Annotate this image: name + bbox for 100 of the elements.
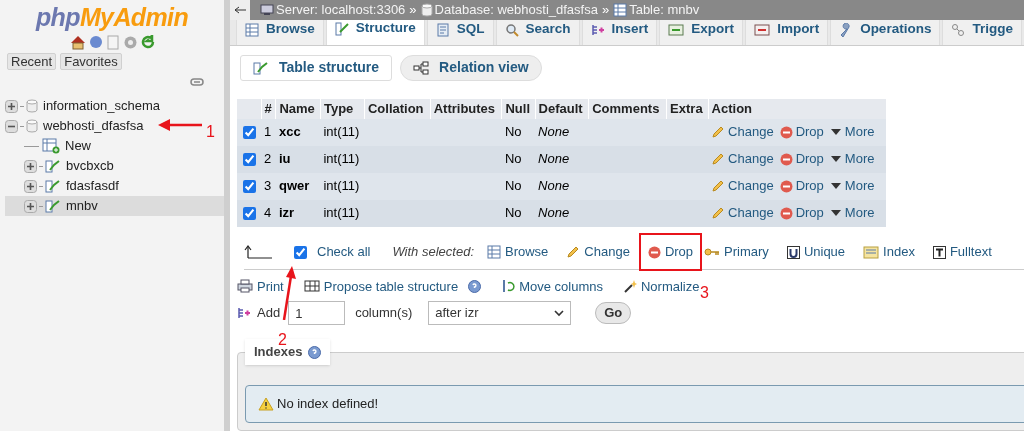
tree-item-label[interactable]: mnbv	[66, 196, 98, 216]
table-cell: 1	[261, 118, 276, 146]
drop-icon	[779, 152, 793, 166]
tab[interactable]: Browse	[236, 19, 324, 45]
row-action-link[interactable]: Drop	[779, 149, 824, 169]
check-all-checkbox[interactable]	[294, 245, 307, 259]
tool-link[interactable]: Normalize	[622, 276, 700, 297]
annotation-arrow	[282, 266, 296, 320]
tab[interactable]: Export	[659, 19, 744, 45]
bulk-action-link[interactable]: Primary	[702, 233, 778, 272]
tree-item-label[interactable]: information_schema	[43, 96, 161, 116]
row-checkbox[interactable]	[243, 153, 256, 167]
table-cell: No	[501, 145, 536, 173]
add-label: Add	[257, 304, 281, 323]
new-table-icon	[42, 138, 60, 154]
table-structure-icon	[45, 179, 61, 193]
table-cell: None	[535, 118, 589, 146]
column-header: Attributes	[430, 98, 502, 119]
with-selected-label: With selected:	[392, 243, 474, 262]
database-icon	[26, 99, 38, 113]
document-icon	[435, 22, 450, 37]
database-icon	[26, 119, 38, 133]
pencil-icon	[711, 206, 726, 221]
tree-item-label[interactable]: New	[65, 136, 91, 156]
tab[interactable]: Trigge	[942, 19, 1022, 45]
table-cell: int(11)	[320, 145, 365, 173]
bulk-action-link[interactable]: Fulltext	[923, 233, 1001, 272]
breadcrumb-separator: »	[409, 1, 417, 19]
tool-link[interactable]: Print	[237, 276, 284, 297]
table-cell: int(11)	[320, 199, 365, 227]
table-cell: 4	[261, 199, 276, 227]
bulk-action-link[interactable]: Browse	[478, 233, 558, 272]
table-cell: None	[535, 172, 589, 200]
table-icon	[487, 245, 501, 260]
tab[interactable]: Import	[745, 19, 829, 45]
table-cell: xcc	[275, 118, 321, 146]
row-action-link[interactable]: More	[829, 149, 875, 169]
column-header: Extra	[666, 98, 709, 119]
sidebar-tab-button[interactable]: Recent	[7, 53, 57, 70]
table-structure-icon	[253, 60, 269, 75]
bulk-action-link[interactable]: Unique	[777, 233, 855, 272]
row-action-link[interactable]: More	[829, 122, 875, 142]
check-all-label[interactable]: Check all	[317, 242, 371, 262]
table-cell: izr	[275, 199, 321, 227]
table-cell: qwer	[275, 172, 321, 200]
link-icon	[190, 78, 204, 86]
import-icon	[754, 22, 771, 37]
position-dropdown[interactable]: after izr	[428, 301, 572, 326]
pencil-icon	[711, 125, 726, 140]
table-cell: iu	[275, 145, 321, 173]
row-action-link[interactable]: More	[829, 203, 875, 223]
row-checkbox[interactable]	[243, 180, 256, 194]
index-icon	[863, 245, 880, 259]
logo: phpMyAdmin	[35, 2, 189, 32]
drop-icon	[779, 206, 793, 220]
tab[interactable]: Structure	[325, 19, 425, 45]
subtab[interactable]: Relation view	[400, 54, 542, 81]
table-cell: No	[501, 199, 536, 227]
drop-icon	[779, 179, 793, 193]
row-action-link[interactable]: Drop	[779, 122, 824, 142]
search-icon	[504, 22, 519, 37]
sidebar-tab-button[interactable]: Favorites	[60, 53, 122, 70]
bulk-action-link[interactable]: Change	[557, 233, 639, 272]
column-count-field[interactable]: 1	[288, 301, 346, 326]
row-action-link[interactable]: Drop	[779, 176, 824, 196]
row-action-link[interactable]: Drop	[779, 203, 824, 223]
tree-item-label[interactable]: bvcbxcb	[66, 156, 114, 176]
table-structure-icon	[45, 199, 61, 213]
row-action-link[interactable]: More	[829, 176, 875, 196]
tab[interactable]: SQL	[426, 19, 494, 45]
tool-link[interactable]: Move columns	[501, 276, 603, 297]
row-action-link[interactable]: Change	[711, 176, 774, 196]
row-checkbox[interactable]	[243, 126, 256, 140]
tree-row-highlight[interactable]: mnbv	[5, 196, 224, 216]
subtab[interactable]: Table structure	[240, 54, 393, 81]
tool-link[interactable]: Propose table structure	[303, 276, 459, 297]
trigger-icon	[951, 22, 966, 37]
tab[interactable]: Operations	[830, 19, 941, 45]
tree-item-label[interactable]: fdasfasdf	[66, 176, 119, 196]
row-action-link[interactable]: Change	[711, 203, 774, 223]
table-structure-icon	[45, 159, 61, 173]
pencil-icon	[566, 245, 581, 260]
column-header: Comments	[588, 98, 667, 119]
bulk-action-link[interactable]: Drop	[638, 233, 703, 272]
column-header: Action	[708, 98, 886, 119]
column-header: #	[261, 98, 276, 119]
row-action-link[interactable]: Change	[711, 149, 774, 169]
bulk-action-link[interactable]: Index	[854, 233, 924, 272]
row-checkbox[interactable]	[243, 207, 256, 221]
tab[interactable]: Search	[495, 19, 580, 45]
fulltext-icon	[932, 245, 946, 259]
tab[interactable]: Insert	[581, 19, 658, 45]
tree-item-label[interactable]: webhosti_dfasfsa	[43, 116, 144, 136]
notice-text: No index defined!	[277, 395, 379, 414]
go-button[interactable]: Go	[595, 302, 632, 325]
row-action-link[interactable]: Change	[711, 122, 774, 142]
unit-label: column(s)	[355, 304, 413, 323]
pencil-icon	[711, 179, 726, 194]
settings-icon	[122, 35, 138, 50]
home-icon	[69, 35, 86, 50]
